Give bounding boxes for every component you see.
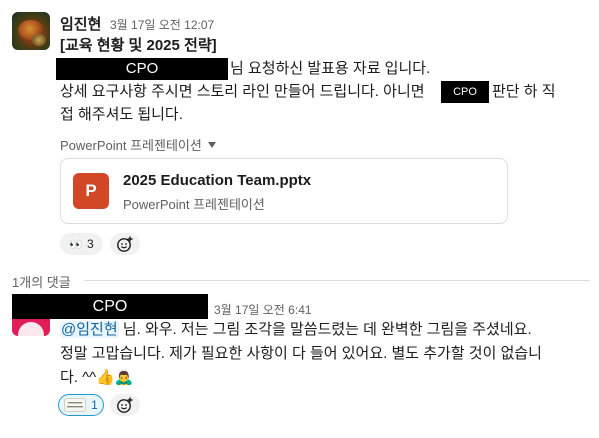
redacted-author: CPO — [12, 294, 208, 319]
file-type: PowerPoint 프레젠테이션 — [123, 197, 265, 212]
message-line: 님 요청하신 발표용 자료 입니다. — [230, 60, 431, 77]
redacted-name: CPO — [441, 81, 489, 103]
thread-divider — [84, 280, 590, 281]
eyes-emoji-icon: 👀 — [69, 238, 83, 251]
redacted-name: CPO — [56, 58, 228, 80]
message-line: 판단 하 직 — [492, 83, 556, 100]
user-mention[interactable]: @임진현 — [60, 321, 119, 338]
add-emoji-icon — [117, 236, 133, 252]
add-reaction-button[interactable] — [110, 394, 140, 416]
reply-text: 님. 와우. 저는 그림 조각을 말씀드렸는 데 완벽한 그림을 주셨네요. — [118, 321, 532, 338]
reply-line: 정말 고맙습니다. 제가 필요한 사항이 다 들어 있어요. 별도 추가할 것이… — [60, 345, 542, 362]
reaction-count: 1 — [91, 398, 98, 412]
avatar-image-part — [32, 34, 46, 46]
add-emoji-icon — [117, 397, 133, 413]
reply-line: 다. ^^👍🙇‍♂️ — [60, 369, 134, 386]
message-timestamp[interactable]: 3월 17일 오전 12:07 — [110, 16, 214, 33]
avatar-image-part — [18, 322, 44, 336]
file-attachment-card[interactable]: P 2025 Education Team.pptx PowerPoint 프레… — [60, 158, 508, 224]
reply-line: @임진현 님. 와우. 저는 그림 조각을 말씀드렸는 데 완벽한 그림을 주셨… — [60, 319, 532, 341]
message-author[interactable]: 임진현 — [60, 13, 101, 34]
caret-down-icon — [207, 142, 216, 148]
file-name[interactable]: 2025 Education Team.pptx — [123, 172, 311, 189]
message-title-line: [교육 현황 및 2025 전략] — [60, 37, 217, 54]
reaction-eyes[interactable]: 👀 3 — [60, 233, 103, 255]
attachment-toggle[interactable]: PowerPoint 프레젠테이션 — [60, 135, 216, 154]
reaction-custom[interactable]: 1 — [58, 394, 104, 416]
message-timestamp[interactable]: 3월 17일 오전 6:41 — [214, 301, 312, 318]
message-line: 접 해주셔도 됩니다. — [60, 106, 183, 123]
powerpoint-icon: P — [73, 173, 109, 209]
reaction-count: 3 — [87, 237, 94, 251]
thread-reply-count[interactable]: 1개의 댓글 — [12, 272, 71, 291]
message-line: 상세 요구사항 주시면 스토리 라인 만들어 드립니다. 아니면 — [60, 83, 425, 100]
add-reaction-button[interactable] — [110, 233, 140, 255]
attachment-label: PowerPoint 프레젠테이션 — [60, 138, 202, 153]
avatar-imjinhyun[interactable] — [12, 12, 50, 50]
custom-logo-emoji-icon — [64, 398, 87, 412]
